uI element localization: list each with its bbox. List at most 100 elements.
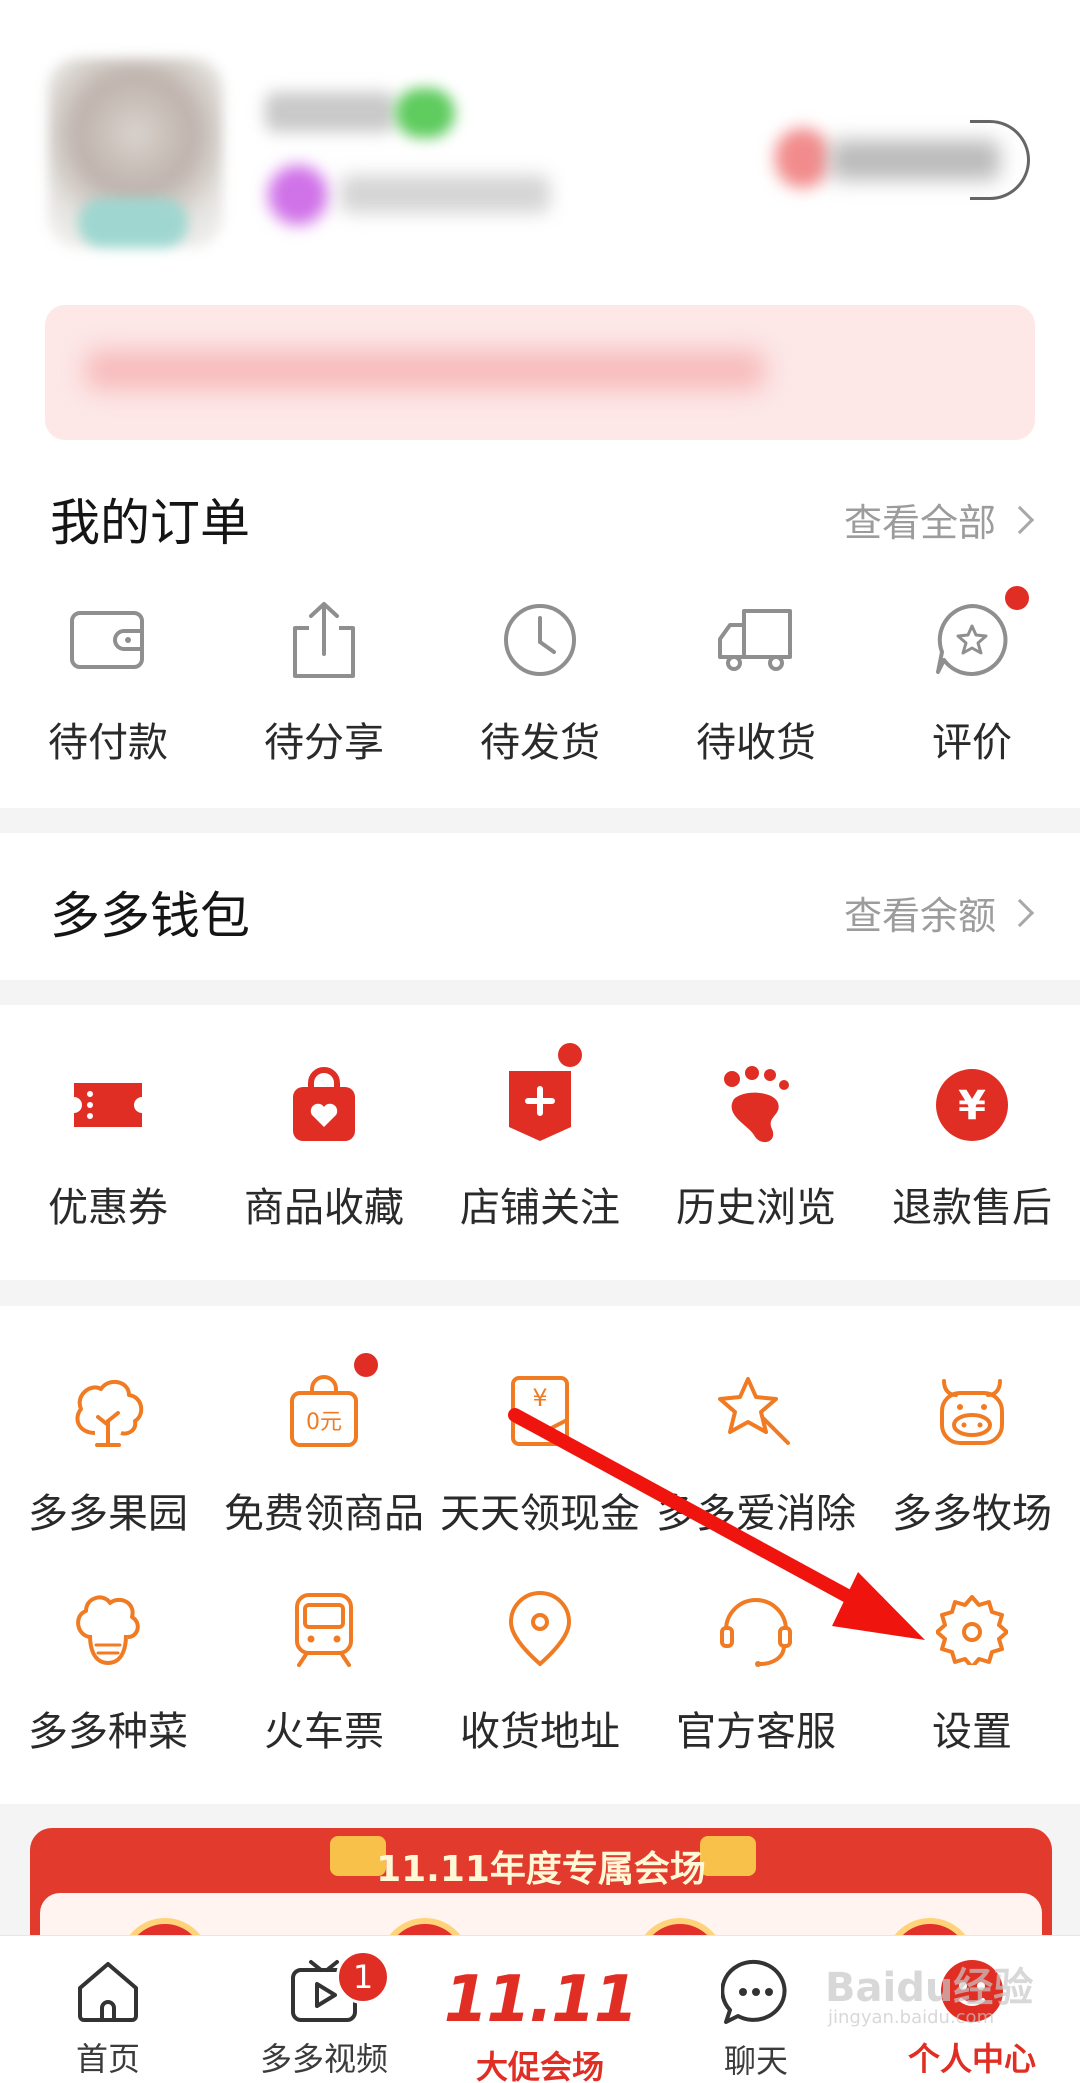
watermark-brand: Baidu经验 bbox=[825, 1965, 1034, 2011]
tools-card: 优惠券 商品收藏 店铺关注 历史浏览 ¥ 退款售后 bbox=[0, 1005, 1080, 1280]
member-icon-blurred bbox=[268, 165, 328, 225]
tool-followed-stores[interactable]: 店铺关注 bbox=[432, 1043, 648, 1233]
service-settings[interactable]: 设置 bbox=[864, 1579, 1080, 1757]
view-balance-link[interactable]: 查看余额 bbox=[843, 885, 1035, 940]
tab-label: 多多视频 bbox=[259, 2040, 388, 2078]
chevron-right-icon bbox=[1005, 898, 1035, 927]
service-vegetables[interactable]: 多多种菜 bbox=[0, 1579, 216, 1757]
order-review[interactable]: 评价 bbox=[864, 586, 1080, 768]
gear-icon bbox=[922, 1579, 1022, 1679]
profile-header bbox=[0, 0, 1080, 440]
service-match-game[interactable]: 多多爱消除 bbox=[648, 1361, 864, 1539]
store-notification-dot bbox=[558, 1043, 582, 1067]
service-label: 多多果园 bbox=[28, 1491, 188, 1537]
home-icon bbox=[78, 1962, 138, 2022]
tool-history[interactable]: 历史浏览 bbox=[648, 1055, 864, 1233]
service-label: 收货地址 bbox=[460, 1709, 620, 1755]
vegetable-icon bbox=[58, 1579, 158, 1679]
order-label: 待收货 bbox=[696, 720, 816, 766]
view-all-orders-link[interactable]: 查看全部 bbox=[843, 492, 1035, 547]
orders-card: 我的订单 查看全部 待付款 待分享 待发货 待收货 评价 bbox=[0, 440, 1080, 808]
chevron-right-icon bbox=[970, 120, 1030, 200]
orders-title: 我的订单 bbox=[50, 494, 250, 552]
service-label: 天天领现金 bbox=[440, 1491, 640, 1537]
refund-yen-icon: ¥ bbox=[922, 1055, 1022, 1155]
tool-label: 退款售后 bbox=[892, 1185, 1052, 1231]
svg-text:0元: 0元 bbox=[306, 1410, 342, 1435]
order-pending-shipment[interactable]: 待发货 bbox=[432, 590, 648, 768]
svg-text:¥: ¥ bbox=[958, 1083, 986, 1129]
free-goods-notification-dot bbox=[354, 1353, 378, 1377]
favorite-bag-icon bbox=[274, 1055, 374, 1155]
svg-text:¥: ¥ bbox=[532, 1384, 547, 1412]
service-ranch[interactable]: 多多牧场 bbox=[864, 1361, 1080, 1539]
service-label: 设置 bbox=[932, 1709, 1012, 1755]
wallet-card[interactable]: 多多钱包 查看余额 bbox=[0, 833, 1080, 980]
username-blurred bbox=[265, 92, 395, 132]
store-follow-icon bbox=[490, 1043, 590, 1155]
service-label: 火车票 bbox=[264, 1709, 384, 1755]
order-label: 待分享 bbox=[264, 720, 384, 766]
order-label: 待付款 bbox=[48, 720, 168, 766]
chat-icon bbox=[721, 1959, 787, 2024]
promo-title: 11.11年度专属会场 bbox=[376, 1849, 706, 1890]
order-label: 待发货 bbox=[480, 720, 600, 766]
train-icon bbox=[274, 1579, 374, 1679]
tab-home[interactable]: 首页 bbox=[0, 1936, 216, 2083]
tool-coupons[interactable]: 优惠券 bbox=[0, 1055, 216, 1233]
service-free-goods[interactable]: 0元 免费领商品 bbox=[216, 1353, 432, 1539]
order-label: 评价 bbox=[932, 720, 1012, 766]
service-train-tickets[interactable]: 火车票 bbox=[216, 1579, 432, 1757]
view-all-label: 查看全部 bbox=[843, 501, 996, 545]
avatar[interactable] bbox=[48, 58, 223, 248]
headset-icon bbox=[706, 1579, 806, 1679]
tool-label: 店铺关注 bbox=[460, 1185, 620, 1231]
services-card: 多多果园 0元 免费领商品 ¥ 天天领现金 多多爱消除 多多牧场 多多种菜 火车… bbox=[0, 1306, 1080, 1804]
service-label: 多多种菜 bbox=[28, 1709, 188, 1755]
service-orchard[interactable]: 多多果园 bbox=[0, 1361, 216, 1539]
order-pending-share[interactable]: 待分享 bbox=[216, 590, 432, 768]
review-notification-dot bbox=[1005, 586, 1029, 610]
review-star-icon bbox=[922, 586, 1029, 690]
tab-label: 首页 bbox=[75, 2040, 140, 2078]
tab-label: 大促会场 bbox=[475, 2048, 604, 2083]
account-badge-blurred[interactable] bbox=[775, 128, 830, 188]
watermark-url: jingyan.baidu.com bbox=[828, 2007, 995, 2028]
service-shipping-address[interactable]: 收货地址 bbox=[432, 1579, 648, 1757]
tool-label: 商品收藏 bbox=[244, 1185, 404, 1231]
cash-envelope-icon: ¥ bbox=[490, 1361, 590, 1461]
notice-banner-blurred[interactable] bbox=[45, 305, 1035, 440]
location-pin-icon bbox=[490, 1579, 590, 1679]
cow-icon bbox=[922, 1361, 1022, 1461]
chevron-right-icon bbox=[1005, 505, 1035, 534]
truck-icon bbox=[706, 590, 806, 690]
order-pending-receipt[interactable]: 待收货 bbox=[648, 590, 864, 768]
order-pending-payment[interactable]: 待付款 bbox=[0, 590, 216, 768]
service-label: 多多爱消除 bbox=[656, 1491, 856, 1537]
tree-icon bbox=[58, 1361, 158, 1461]
tool-label: 历史浏览 bbox=[676, 1185, 836, 1231]
free-bag-icon: 0元 bbox=[274, 1353, 378, 1461]
video-badge: 1 bbox=[336, 1950, 390, 2004]
service-daily-cash[interactable]: ¥ 天天领现金 bbox=[432, 1361, 648, 1539]
view-balance-label: 查看余额 bbox=[843, 894, 996, 938]
service-customer-support[interactable]: 官方客服 bbox=[648, 1579, 864, 1757]
wallet-icon bbox=[58, 590, 158, 690]
service-label: 免费领商品 bbox=[224, 1491, 424, 1537]
star-wand-icon bbox=[706, 1361, 806, 1461]
clock-icon bbox=[490, 590, 590, 690]
share-icon bbox=[274, 590, 374, 690]
tool-favorites[interactable]: 商品收藏 bbox=[216, 1055, 432, 1233]
tab-promo-venue[interactable]: 11.11 大促会场 bbox=[432, 1936, 648, 2083]
tab-video[interactable]: 1 多多视频 bbox=[216, 1936, 432, 2083]
double-eleven-logo: 11.11 bbox=[443, 1963, 638, 2037]
tool-refunds[interactable]: ¥ 退款售后 bbox=[864, 1055, 1080, 1233]
coupon-icon bbox=[58, 1055, 158, 1155]
user-info-blurred bbox=[340, 175, 550, 213]
tool-label: 优惠券 bbox=[48, 1185, 168, 1231]
service-label: 官方客服 bbox=[676, 1709, 836, 1755]
wallet-title: 多多钱包 bbox=[50, 887, 250, 945]
tab-label: 聊天 bbox=[723, 2042, 788, 2080]
vip-badge-blurred bbox=[395, 88, 455, 138]
service-label: 多多牧场 bbox=[892, 1491, 1052, 1537]
